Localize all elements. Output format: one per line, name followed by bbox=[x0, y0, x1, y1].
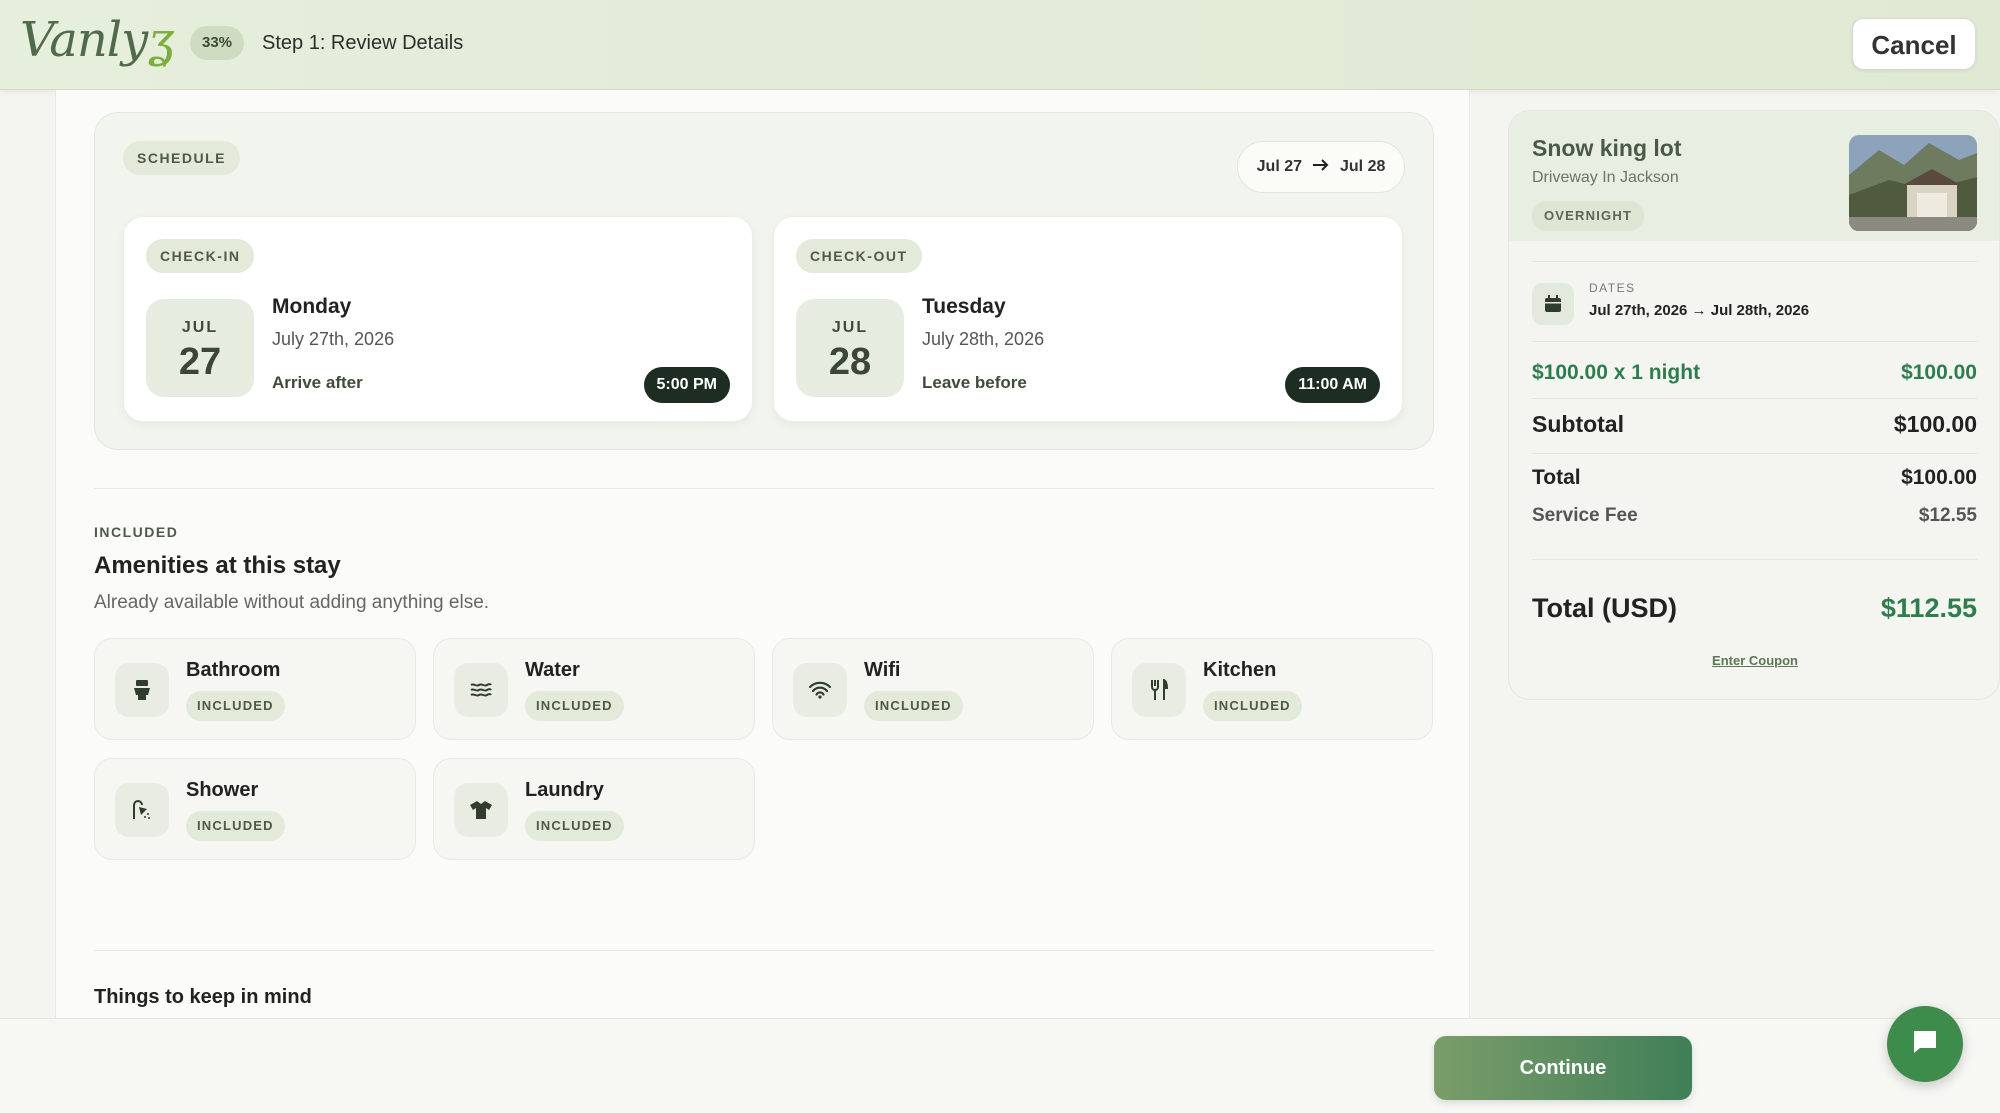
amenity-name: Laundry bbox=[525, 779, 604, 801]
check-out-weekday: Tuesday bbox=[922, 295, 1006, 318]
included-badge: INCLUDED bbox=[186, 811, 285, 841]
subtotal-row: Subtotal $100.00 bbox=[1532, 411, 1977, 438]
section-divider bbox=[94, 488, 1434, 489]
check-in-weekday: Monday bbox=[272, 295, 352, 318]
check-out-card: CHECK-OUT JUL 28 Tuesday July 28th, 2026… bbox=[773, 216, 1403, 422]
range-end: Jul 28 bbox=[1340, 158, 1386, 175]
range-start: Jul 27 bbox=[1256, 158, 1302, 175]
utensils-icon bbox=[1132, 663, 1186, 717]
property-header: Snow king lot Driveway In Jackson OVERNI… bbox=[1509, 111, 1999, 241]
check-in-calendar: JUL 27 bbox=[146, 299, 254, 397]
summary-divider bbox=[1532, 398, 1977, 399]
calendar-month: JUL bbox=[831, 319, 869, 336]
total-value: $100.00 bbox=[1901, 466, 1977, 489]
included-badge: INCLUDED bbox=[864, 691, 963, 721]
included-badge: INCLUDED bbox=[1203, 691, 1302, 721]
check-in-card: CHECK-IN JUL 27 Monday July 27th, 2026 A… bbox=[123, 216, 753, 422]
amenities-eyebrow: INCLUDED bbox=[94, 524, 179, 540]
grand-total-label: Total (USD) bbox=[1532, 593, 1677, 623]
water-icon bbox=[454, 663, 508, 717]
shirt-icon bbox=[454, 783, 508, 837]
summary-divider bbox=[1532, 559, 1977, 560]
grand-total-value: $112.55 bbox=[1880, 593, 1977, 623]
total-label: Total bbox=[1532, 466, 1581, 489]
check-out-note: Leave before bbox=[922, 373, 1027, 392]
toilet-icon bbox=[115, 663, 169, 717]
enter-coupon-link[interactable]: Enter Coupon bbox=[1509, 653, 1999, 668]
check-out-calendar: JUL 28 bbox=[796, 299, 904, 397]
summary-divider bbox=[1532, 261, 1977, 262]
date-range-chip: Jul 27 Jul 28 bbox=[1237, 141, 1405, 193]
wifi-icon bbox=[793, 663, 847, 717]
calendar-day: 28 bbox=[828, 341, 872, 383]
amenity-name: Water bbox=[525, 659, 580, 681]
service-fee-label: Service Fee bbox=[1532, 505, 1638, 526]
included-badge: INCLUDED bbox=[525, 811, 624, 841]
line-item-value: $100.00 bbox=[1901, 361, 1977, 384]
subtotal-value: $100.00 bbox=[1893, 411, 1977, 437]
amenity-name: Shower bbox=[186, 779, 259, 801]
amenities-subtitle: Already available without adding anythin… bbox=[94, 592, 490, 613]
included-badge: INCLUDED bbox=[186, 691, 285, 721]
booking-summary: Snow king lot Driveway In Jackson OVERNI… bbox=[1508, 110, 2000, 700]
property-name: Snow king lot bbox=[1532, 135, 1682, 161]
calendar-icon bbox=[1532, 283, 1574, 325]
amenity-bathroom: Bathroom INCLUDED bbox=[94, 638, 416, 740]
check-in-note: Arrive after bbox=[272, 373, 363, 392]
calendar-month: JUL bbox=[181, 319, 219, 336]
service-fee-value: $12.55 bbox=[1918, 505, 1977, 526]
check-in-label: CHECK-IN bbox=[146, 239, 255, 273]
keep-in-mind-title: Things to keep in mind bbox=[94, 986, 312, 1008]
summary-divider bbox=[1532, 453, 1977, 454]
step-title: Step 1: Review Details bbox=[262, 32, 464, 54]
dates-label: DATES bbox=[1589, 281, 1636, 295]
check-out-label: CHECK-OUT bbox=[796, 239, 922, 273]
dates-value: Jul 27th, 2026 → Jul 28th, 2026 bbox=[1589, 302, 1810, 319]
check-in-time: 5:00 PM bbox=[643, 367, 730, 403]
summary-divider bbox=[1532, 341, 1977, 342]
amenity-water: Water INCLUDED bbox=[433, 638, 755, 740]
amenities-title: Amenities at this stay bbox=[94, 552, 341, 579]
line-item-row: $100.00 x 1 night $100.00 bbox=[1532, 361, 1977, 385]
check-in-date: July 27th, 2026 bbox=[272, 329, 395, 349]
subtotal-label: Subtotal bbox=[1532, 411, 1624, 437]
service-fee-row: Service Fee $12.55 bbox=[1532, 505, 1977, 527]
property-photo[interactable] bbox=[1849, 135, 1977, 231]
progress-badge: 33% bbox=[190, 26, 245, 60]
stay-type-badge: OVERNIGHT bbox=[1532, 201, 1645, 231]
footer-bar: Continue bbox=[0, 1018, 2000, 1113]
continue-button[interactable]: Continue bbox=[1434, 1036, 1692, 1100]
top-header: Vanlyʓ 33% Step 1: Review Details Cancel bbox=[0, 0, 2000, 90]
section-divider bbox=[94, 950, 1434, 951]
chat-button[interactable] bbox=[1887, 1006, 1963, 1082]
amenity-name: Wifi bbox=[864, 659, 901, 681]
main-content: SCHEDULE Jul 27 Jul 28 CHECK-IN JUL 27 M… bbox=[55, 90, 1470, 1020]
cancel-button[interactable]: Cancel bbox=[1852, 18, 1976, 70]
included-badge: INCLUDED bbox=[525, 691, 624, 721]
amenity-kitchen: Kitchen INCLUDED bbox=[1111, 638, 1433, 740]
check-out-date: July 28th, 2026 bbox=[922, 329, 1045, 349]
shower-icon bbox=[115, 783, 169, 837]
amenity-laundry: Laundry INCLUDED bbox=[433, 758, 755, 860]
amenity-name: Kitchen bbox=[1203, 659, 1277, 681]
check-out-time: 11:00 AM bbox=[1285, 367, 1380, 403]
calendar-day: 27 bbox=[178, 341, 222, 383]
total-row: Total $100.00 bbox=[1532, 466, 1977, 490]
grand-total-row: Total (USD) $112.55 bbox=[1532, 593, 1977, 624]
amenity-wifi: Wifi INCLUDED bbox=[772, 638, 1094, 740]
property-type: Driveway In Jackson bbox=[1532, 169, 1679, 186]
amenity-name: Bathroom bbox=[186, 659, 281, 681]
vanly-logo[interactable]: Vanlyʓ bbox=[20, 12, 174, 68]
arrow-right-icon bbox=[1312, 158, 1330, 177]
line-item-label: $100.00 x 1 night bbox=[1532, 361, 1701, 384]
schedule-label: SCHEDULE bbox=[123, 141, 241, 175]
schedule-card: SCHEDULE Jul 27 Jul 28 CHECK-IN JUL 27 M… bbox=[94, 112, 1434, 450]
chat-icon bbox=[1912, 1029, 1938, 1060]
amenity-shower: Shower INCLUDED bbox=[94, 758, 416, 860]
